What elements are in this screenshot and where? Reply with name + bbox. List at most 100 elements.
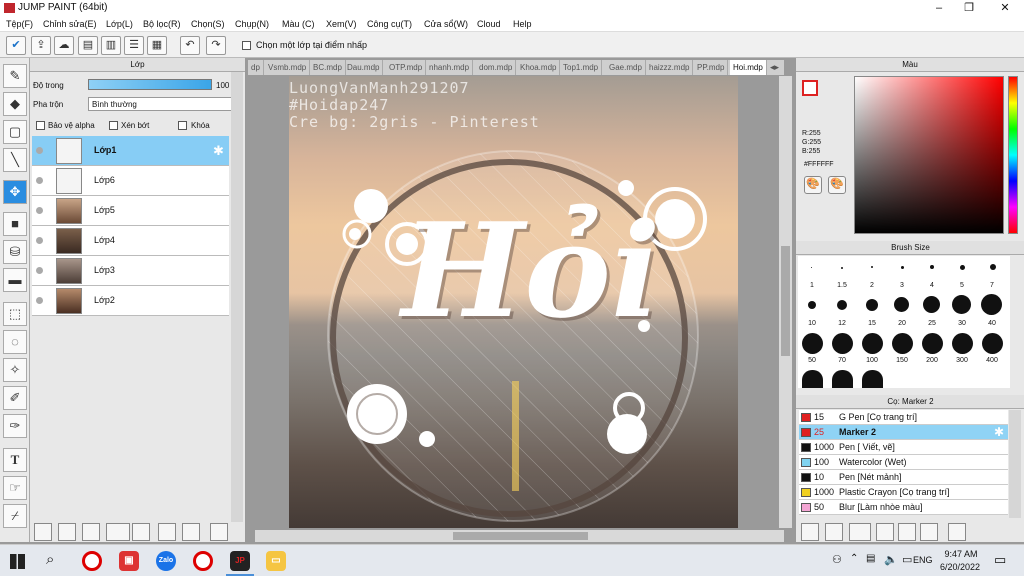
undo-icon[interactable]: ↶ (180, 36, 200, 55)
tab-document[interactable]: dp (248, 60, 264, 75)
page-icon[interactable]: ▥ (101, 36, 121, 55)
brush-size-dot[interactable] (808, 301, 816, 309)
menu-view[interactable]: Xem(V) (326, 19, 357, 29)
settings-gear-icon[interactable]: ✱ (994, 425, 1004, 439)
brush-size-dot[interactable] (901, 266, 904, 269)
layer-row[interactable]: Lớp5 (32, 196, 229, 226)
lock-checkbox[interactable] (178, 121, 187, 130)
brush-size-dot[interactable] (894, 297, 909, 312)
blend-mode-select[interactable]: Bình thường (88, 97, 240, 111)
fill-rect-icon[interactable]: ■ (3, 212, 27, 236)
export-icon[interactable]: ⇪ (31, 36, 51, 55)
jump-paint-taskbar-icon[interactable]: JP (230, 551, 250, 571)
brush-duplicate-icon[interactable] (920, 523, 938, 541)
protect-alpha-checkbox[interactable] (36, 121, 45, 130)
clock-time[interactable]: 9:47 AM (942, 549, 980, 559)
tab-document[interactable]: dom.mdp (476, 60, 517, 75)
tab-document[interactable]: Top1.mdp (560, 60, 603, 75)
select-pen-icon[interactable]: ✐ (3, 386, 27, 410)
menu-capture[interactable]: Chụp(N) (235, 19, 269, 29)
brush-size-dot[interactable] (832, 333, 853, 354)
visibility-icon[interactable] (36, 297, 43, 304)
tab-document[interactable]: PP.mdp (694, 60, 729, 75)
rectangle-select-icon[interactable]: ▢ (3, 120, 27, 144)
visibility-icon[interactable] (36, 207, 43, 214)
tab-document[interactable]: Khoa.mdp (517, 60, 561, 75)
brush-size-dot[interactable] (862, 333, 883, 354)
palette-icon[interactable]: 🎨 (804, 176, 822, 194)
tab-document[interactable]: OTP.mdp (386, 60, 427, 75)
bucket-tool-icon[interactable]: ⛁ (3, 240, 27, 264)
layer-row[interactable]: Lớp2 (32, 286, 229, 316)
visibility-icon[interactable] (36, 267, 43, 274)
canvas-horizontal-scrollbar[interactable] (255, 530, 784, 542)
file-explorer-icon[interactable]: ▭ (266, 551, 286, 571)
notification-icon[interactable]: ▭ (994, 552, 1006, 568)
brush-list-item[interactable]: 1000 Pen [ Viết, vẽ] (799, 440, 1008, 455)
brush-size-dot[interactable] (982, 333, 1003, 354)
text-tool-icon[interactable]: T (3, 448, 27, 472)
menu-select[interactable]: Chọn(S) (191, 19, 225, 29)
brush-folder-icon[interactable] (898, 523, 916, 541)
search-icon[interactable]: ⌕ (46, 551, 54, 568)
marquee-icon[interactable]: ⬚ (3, 302, 27, 326)
brush-copy-icon[interactable] (876, 523, 894, 541)
new-vector-layer-icon[interactable] (58, 523, 76, 541)
layer-row[interactable]: Lớp6 (32, 166, 229, 196)
brush-size-dot[interactable] (922, 333, 943, 354)
brush-size-dot[interactable] (952, 333, 973, 354)
brush-size-dot[interactable] (960, 265, 965, 270)
menu-filter[interactable]: Bộ lọc(R) (143, 19, 181, 29)
tab-document[interactable]: haizzz.mdp (646, 60, 694, 75)
artwork-canvas[interactable]: Hỏi LuongVanManh291207 #Hoidap247 Cre bg… (289, 76, 738, 528)
brush-list-item[interactable]: 1000 Plastic Crayon [Cọ trang trí] (799, 485, 1008, 500)
menu-window[interactable]: Cửa sổ(W) (424, 19, 468, 29)
brush-menu-icon[interactable] (849, 523, 871, 541)
tab-document[interactable]: Gae.mdp (606, 60, 646, 75)
new-layer-icon[interactable] (34, 523, 52, 541)
magic-wand-icon[interactable]: ✧ (3, 358, 27, 382)
brush-size-dot[interactable] (981, 294, 1002, 315)
menu-tools[interactable]: Công cụ(T) (367, 19, 412, 29)
brush-size-dot[interactable] (862, 370, 883, 388)
windows-start-icon[interactable] (10, 554, 25, 569)
brush-list-item[interactable]: 10 Pen [Nét mảnh] (799, 470, 1008, 485)
clipping-checkbox[interactable] (109, 121, 118, 130)
hand-tool-icon[interactable]: ☞ (3, 476, 27, 500)
grid-icon[interactable]: ▦ (147, 36, 167, 55)
line-tool-icon[interactable]: ╲ (3, 148, 27, 172)
battery-icon[interactable]: ▭ (902, 553, 912, 566)
app-icon[interactable]: ▣ (119, 551, 139, 571)
menu-edit[interactable]: Chỉnh sửa(E) (43, 19, 97, 29)
brush-size-dot[interactable] (866, 299, 878, 311)
brush-delete-icon[interactable] (948, 523, 966, 541)
brush-size-dot[interactable] (990, 264, 996, 270)
move-tool-icon[interactable]: ✥ (3, 180, 27, 204)
brush-tool-icon[interactable]: ✎ (3, 64, 27, 88)
brush-add-icon[interactable] (801, 523, 819, 541)
hue-slider[interactable] (1008, 76, 1018, 234)
brush-size-dot[interactable] (952, 295, 971, 314)
eraser-tool-icon[interactable]: ◆ (3, 92, 27, 116)
opera-browser-icon[interactable] (82, 551, 102, 571)
layer-scrollbar[interactable] (231, 72, 243, 522)
tabs-scroll-icon[interactable]: ◂▸ (767, 60, 782, 75)
minimize-icon[interactable]: – (924, 0, 954, 16)
brush-list-item[interactable]: 100 Watercolor (Wet) (799, 455, 1008, 470)
brush-size-dot[interactable] (802, 370, 823, 388)
brush-size-dot[interactable] (871, 266, 873, 268)
check-icon[interactable]: ✔ (6, 36, 26, 55)
opera-gx-icon[interactable] (193, 551, 213, 571)
menu-color[interactable]: Màu (C) (282, 19, 315, 29)
brush-size-dot[interactable] (930, 265, 934, 269)
comment-icon[interactable]: ☁ (54, 36, 74, 55)
new-halftone-layer-icon[interactable] (82, 523, 100, 541)
delete-layer-icon[interactable] (210, 523, 228, 541)
eyedropper-icon[interactable]: ⌿ (3, 504, 27, 528)
tab-document[interactable]: Dau.mdp (344, 60, 384, 75)
brush-size-dot[interactable] (837, 300, 847, 310)
canvas-vertical-scrollbar[interactable] (779, 76, 792, 528)
visibility-icon[interactable] (36, 147, 43, 154)
volume-icon[interactable]: 🔈 (884, 553, 898, 566)
tab-document[interactable]: BC.mdp (310, 60, 346, 75)
